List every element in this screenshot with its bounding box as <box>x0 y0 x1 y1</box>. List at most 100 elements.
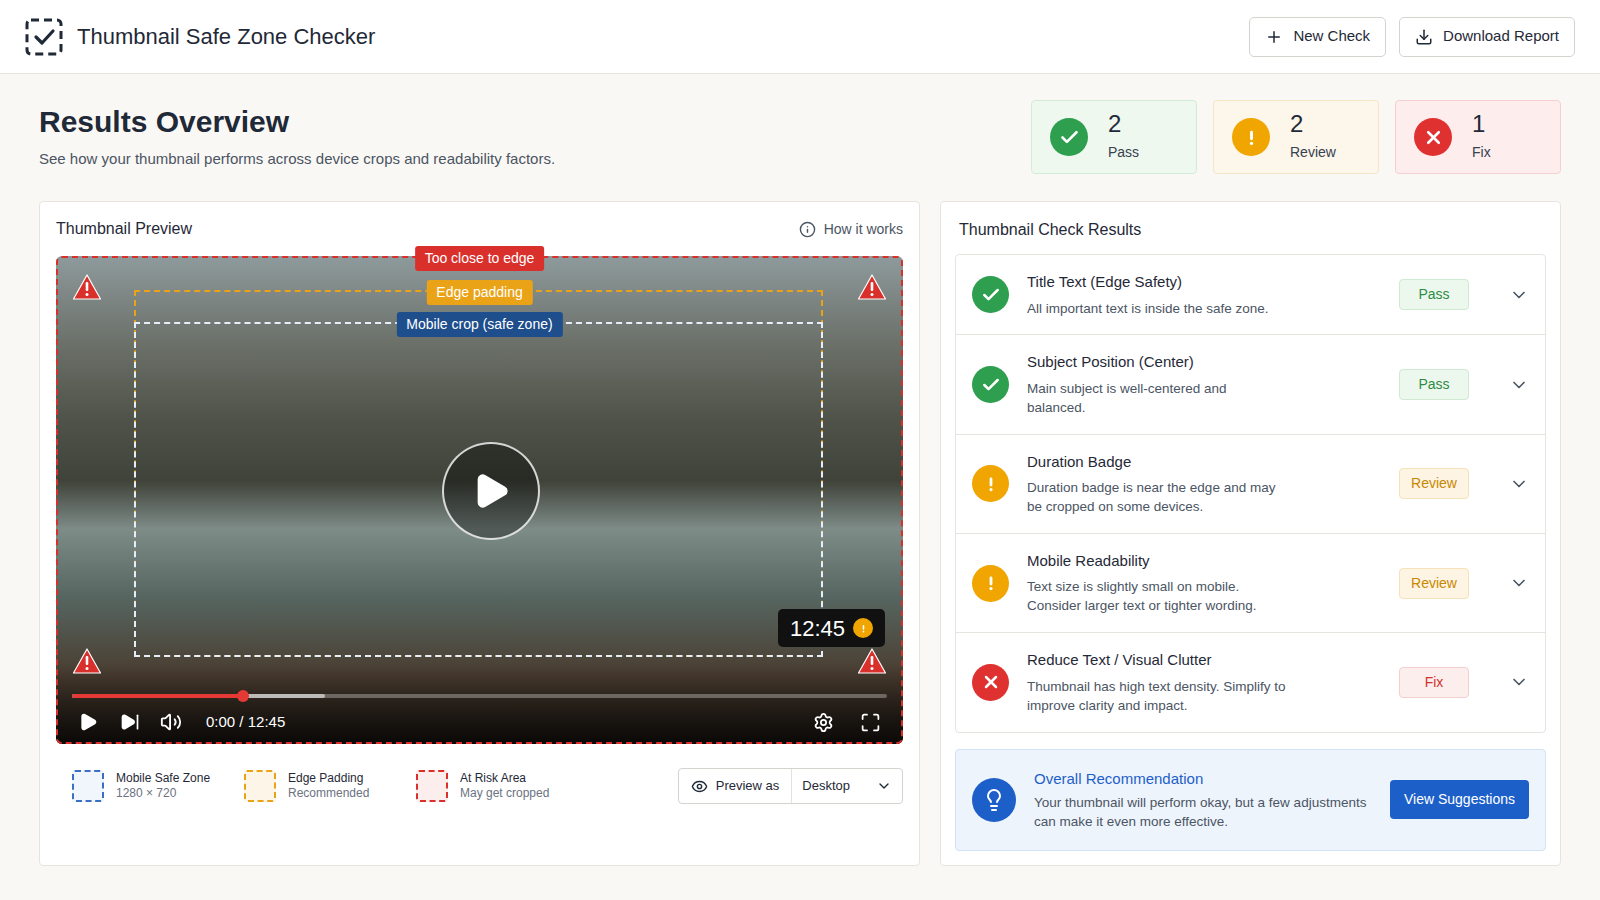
warning-circle-icon <box>972 465 1009 502</box>
legend-swatch <box>244 770 276 802</box>
results-panel: Thumbnail Check Results Title Text (Edge … <box>940 201 1561 866</box>
zone-label: Edge padding <box>426 280 532 305</box>
x-circle-icon <box>972 664 1009 701</box>
preview-panel: Thumbnail Preview How it works Too close t… <box>39 201 920 866</box>
exclamation-icon <box>1241 127 1262 148</box>
warning-circle-icon <box>1232 118 1270 156</box>
player-controls: 0:00 / 12:45 <box>78 708 881 736</box>
expand-chevron-icon[interactable] <box>1509 573 1529 593</box>
play-icon[interactable] <box>78 712 98 732</box>
warning-triangle-icon <box>72 647 102 675</box>
play-overlay-button[interactable] <box>442 442 540 540</box>
overview-title: Results Overview <box>39 104 555 140</box>
app-title: Thumbnail Safe Zone Checker <box>77 20 375 53</box>
warning-circle-icon <box>853 618 873 638</box>
view-suggestions-button[interactable]: View Suggestions <box>1390 780 1529 819</box>
result-description: Thumbnail has high text density. Simplif… <box>1027 678 1287 716</box>
result-row[interactable]: Duration Badge Duration badge is near the… <box>956 434 1545 533</box>
fullscreen-icon[interactable] <box>860 712 881 733</box>
check-circle-icon <box>1050 118 1088 156</box>
result-title: Duration Badge <box>1027 451 1287 474</box>
app: Thumbnail Safe Zone Checker New Check Down… <box>0 0 1600 900</box>
summary-label: Fix <box>1472 142 1491 163</box>
result-title: Mobile Readability <box>1027 550 1287 573</box>
summary-card: 2 Review <box>1213 100 1379 174</box>
plus-icon <box>1265 28 1283 46</box>
status-badge: Fix <box>1399 667 1469 698</box>
eye-icon <box>691 778 708 795</box>
result-row[interactable]: Mobile Readability Text size is slightly … <box>956 533 1545 632</box>
download-report-button[interactable]: Download Report <box>1399 17 1575 57</box>
warning-triangle-icon <box>857 647 887 675</box>
expand-chevron-icon[interactable] <box>1509 474 1529 494</box>
zone-label: Too close to edge <box>415 246 545 271</box>
legend-item: Edge PaddingRecommended <box>244 770 416 802</box>
info-icon <box>799 221 816 238</box>
status-badge: Review <box>1399 468 1469 499</box>
summary-card: 2 Pass <box>1031 100 1197 174</box>
x-circle-icon <box>1414 118 1452 156</box>
legend-item: At Risk AreaMay get cropped <box>416 770 588 802</box>
check-circle-icon <box>972 366 1009 403</box>
result-description: Duration badge is near the edge and may … <box>1027 479 1287 517</box>
player-time: 0:00 / 12:45 <box>206 711 285 734</box>
exclamation-icon <box>981 573 1001 593</box>
result-description: Main subject is well-centered and balanc… <box>1027 380 1287 418</box>
header: Thumbnail Safe Zone Checker New Check Down… <box>0 0 1600 74</box>
summary-count: 2 <box>1108 111 1139 137</box>
expand-chevron-icon[interactable] <box>1509 285 1529 305</box>
warning-triangle-icon <box>857 273 887 301</box>
settings-icon[interactable] <box>813 712 834 733</box>
result-title: Subject Position (Center) <box>1027 351 1287 374</box>
warning-circle-icon <box>972 565 1009 602</box>
result-description: Text size is slightly small on mobile. C… <box>1027 578 1287 616</box>
volume-icon[interactable] <box>160 711 182 733</box>
result-description: All important text is inside the safe zo… <box>1027 300 1269 319</box>
progress-fill <box>72 694 243 698</box>
duration-badge: 12:45 <box>778 609 885 647</box>
new-check-button[interactable]: New Check <box>1249 17 1386 57</box>
download-icon <box>1415 28 1433 46</box>
thumbnail-preview: Too close to edgeEdge paddingMobile crop… <box>56 256 903 744</box>
overview-subtitle: See how your thumbnail performs across d… <box>39 148 555 171</box>
progress-bar[interactable] <box>72 694 887 698</box>
recommendation-card: Overall Recommendation Your thumbnail wil… <box>955 749 1546 851</box>
summary-label: Pass <box>1108 142 1139 163</box>
results-list: Title Text (Edge Safety) All important te… <box>955 254 1546 733</box>
result-title: Reduce Text / Visual Clutter <box>1027 649 1287 672</box>
recommendation-title: Overall Recommendation <box>1034 768 1374 791</box>
summary-card: 1 Fix <box>1395 100 1561 174</box>
exclamation-icon <box>858 623 869 634</box>
status-badge: Pass <box>1399 369 1469 400</box>
status-badge: Pass <box>1399 279 1469 310</box>
result-title: Title Text (Edge Safety) <box>1027 271 1269 294</box>
main: Results Overview See how your thumbnail p… <box>0 74 1600 866</box>
expand-chevron-icon[interactable] <box>1509 375 1529 395</box>
exclamation-icon <box>981 474 1001 494</box>
result-row[interactable]: Subject Position (Center) Main subject is… <box>956 334 1545 433</box>
preview-as-dropdown[interactable]: Preview asDesktop <box>678 768 903 804</box>
how-it-works-button[interactable]: How it works <box>799 219 903 240</box>
results-title: Thumbnail Check Results <box>955 218 1546 240</box>
status-badge: Review <box>1399 568 1469 599</box>
warning-triangle-icon <box>72 273 102 301</box>
legend-item: Mobile Safe Zone1280 × 720 <box>72 770 244 802</box>
summary-count: 1 <box>1472 111 1491 137</box>
legend-swatch <box>416 770 448 802</box>
chevron-down-icon <box>876 778 892 794</box>
summary-label: Review <box>1290 142 1336 163</box>
legend-swatch <box>72 770 104 802</box>
lightbulb-icon <box>972 778 1016 822</box>
summary-count: 2 <box>1290 111 1336 137</box>
zone-label: Mobile crop (safe zone) <box>396 312 562 337</box>
result-row[interactable]: Reduce Text / Visual Clutter Thumbnail ha… <box>956 632 1545 731</box>
next-icon[interactable] <box>120 712 140 732</box>
check-circle-icon <box>972 276 1009 313</box>
logo-icon <box>25 18 63 56</box>
result-row[interactable]: Title Text (Edge Safety) All important te… <box>956 255 1545 334</box>
recommendation-text: Your thumbnail will perform okay, but a … <box>1034 794 1374 832</box>
play-icon <box>471 471 511 511</box>
preview-title: Thumbnail Preview <box>56 217 192 241</box>
expand-chevron-icon[interactable] <box>1509 672 1529 692</box>
legend: Mobile Safe Zone1280 × 720Edge PaddingRe… <box>56 768 903 804</box>
